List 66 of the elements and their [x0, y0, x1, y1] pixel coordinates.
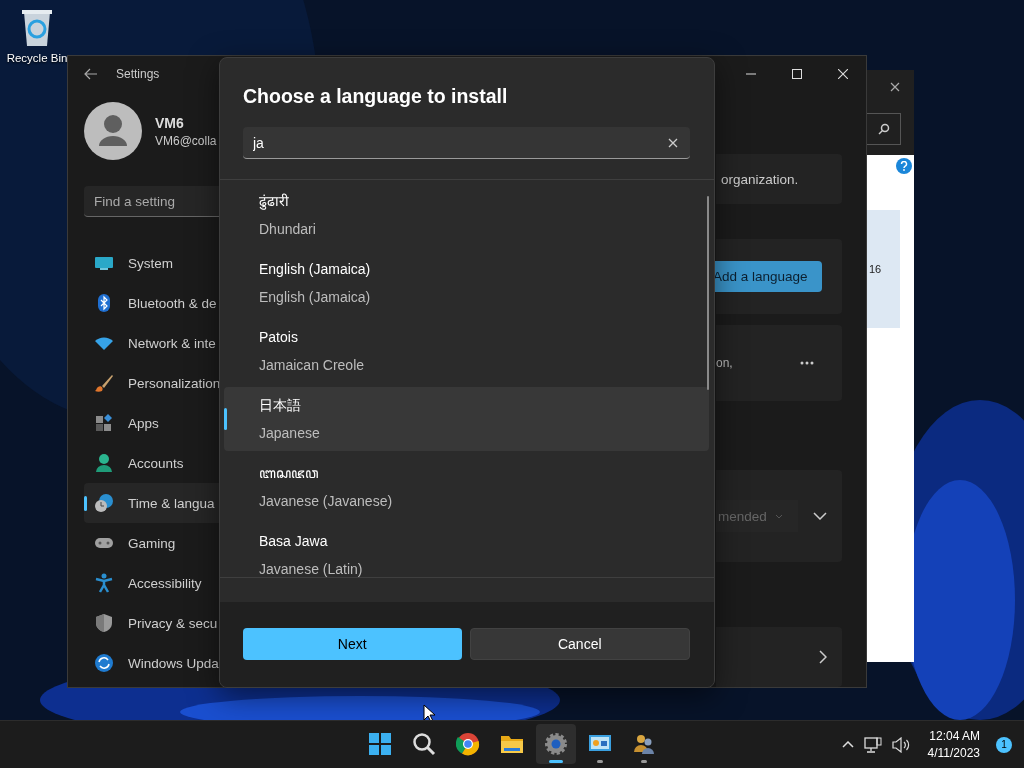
selection-indicator [84, 496, 87, 511]
gear-icon[interactable] [544, 732, 568, 756]
clear-icon[interactable] [668, 138, 678, 148]
cancel-button[interactable]: Cancel [469, 628, 690, 660]
time-icon [94, 493, 114, 513]
browser-icon[interactable] [456, 732, 480, 756]
help-icon[interactable] [900, 161, 908, 171]
recycle-bin-icon[interactable] [19, 8, 55, 48]
chevron-down-icon [774, 513, 783, 519]
language-item[interactable]: Basa Jawa Javanese (Latin) [224, 523, 709, 577]
card-text: organization. [721, 171, 799, 187]
mouse-pointer-icon [423, 704, 435, 723]
more-options-icon[interactable] [800, 361, 814, 365]
user-email: VM6@colla [155, 133, 217, 148]
chevron-up-icon[interactable] [841, 741, 854, 748]
accessibility-icon [94, 573, 114, 593]
next-button[interactable]: Next [243, 628, 462, 660]
volume-icon[interactable] [891, 736, 910, 753]
panel-text: 16 [869, 263, 882, 275]
nav-item[interactable]: Time & langua [84, 483, 220, 523]
clock-date[interactable]: 4/11/2023 [927, 744, 980, 762]
chevron-down-icon[interactable] [813, 512, 827, 520]
desktop-icon-label[interactable]: Recycle Bin [6, 52, 68, 64]
running-indicator [597, 760, 603, 763]
nav-item[interactable]: System [84, 243, 220, 283]
users-icon[interactable] [632, 732, 656, 756]
nav-item[interactable]: Windows Upda [84, 643, 220, 683]
search-icon [878, 123, 890, 135]
nav-item[interactable]: Accounts [84, 443, 220, 483]
dialog-title: Choose a language to install [243, 85, 509, 108]
notification-badge[interactable]: 1 [996, 736, 1012, 753]
language-item[interactable]: Patois Jamaican Creole [224, 319, 709, 383]
language-item[interactable]: 日本語 Japanese [224, 387, 709, 451]
language-item[interactable]: ꦧꦱꦗꦮ Javanese (Javanese) [224, 455, 709, 519]
chevron-right-icon[interactable] [819, 650, 827, 664]
nav-item[interactable]: Network & inte [84, 323, 220, 363]
language-item[interactable]: ढुंढारी Dhundari [224, 183, 709, 247]
network-icon[interactable] [863, 736, 882, 753]
personalization-icon [94, 373, 114, 393]
nav-item[interactable]: Bluetooth & de [84, 283, 220, 323]
nav-item[interactable]: Privacy & secu [84, 603, 220, 643]
update-icon [94, 653, 114, 673]
nav-item[interactable]: Personalization [84, 363, 220, 403]
running-indicator [549, 760, 563, 763]
nav-item[interactable]: Accessibility [84, 563, 220, 603]
running-indicator [641, 760, 647, 763]
nav-item[interactable]: Gaming [84, 523, 220, 563]
close-icon[interactable] [890, 81, 900, 92]
search-field[interactable]: ja [243, 127, 690, 159]
scrollbar[interactable] [707, 196, 709, 390]
maximize-icon[interactable] [792, 69, 802, 79]
search-field[interactable]: Find a setting [84, 186, 220, 217]
add-language-button[interactable]: Add a language [713, 261, 822, 292]
user-name: VM6 [155, 114, 185, 131]
accounts-icon [94, 453, 114, 473]
selection-indicator [224, 408, 227, 430]
apps-icon [94, 413, 114, 433]
nav-item[interactable]: Apps [84, 403, 220, 443]
search-icon[interactable] [412, 732, 436, 756]
window-title: Settings [116, 67, 160, 81]
privacy-icon [94, 613, 114, 633]
language-item[interactable]: English (Jamaica) English (Jamaica) [224, 251, 709, 315]
back-arrow-icon[interactable] [84, 68, 98, 80]
card-text: on, [716, 356, 733, 370]
start-icon[interactable] [368, 732, 392, 756]
clock-time[interactable]: 12:04 AM [929, 727, 980, 745]
